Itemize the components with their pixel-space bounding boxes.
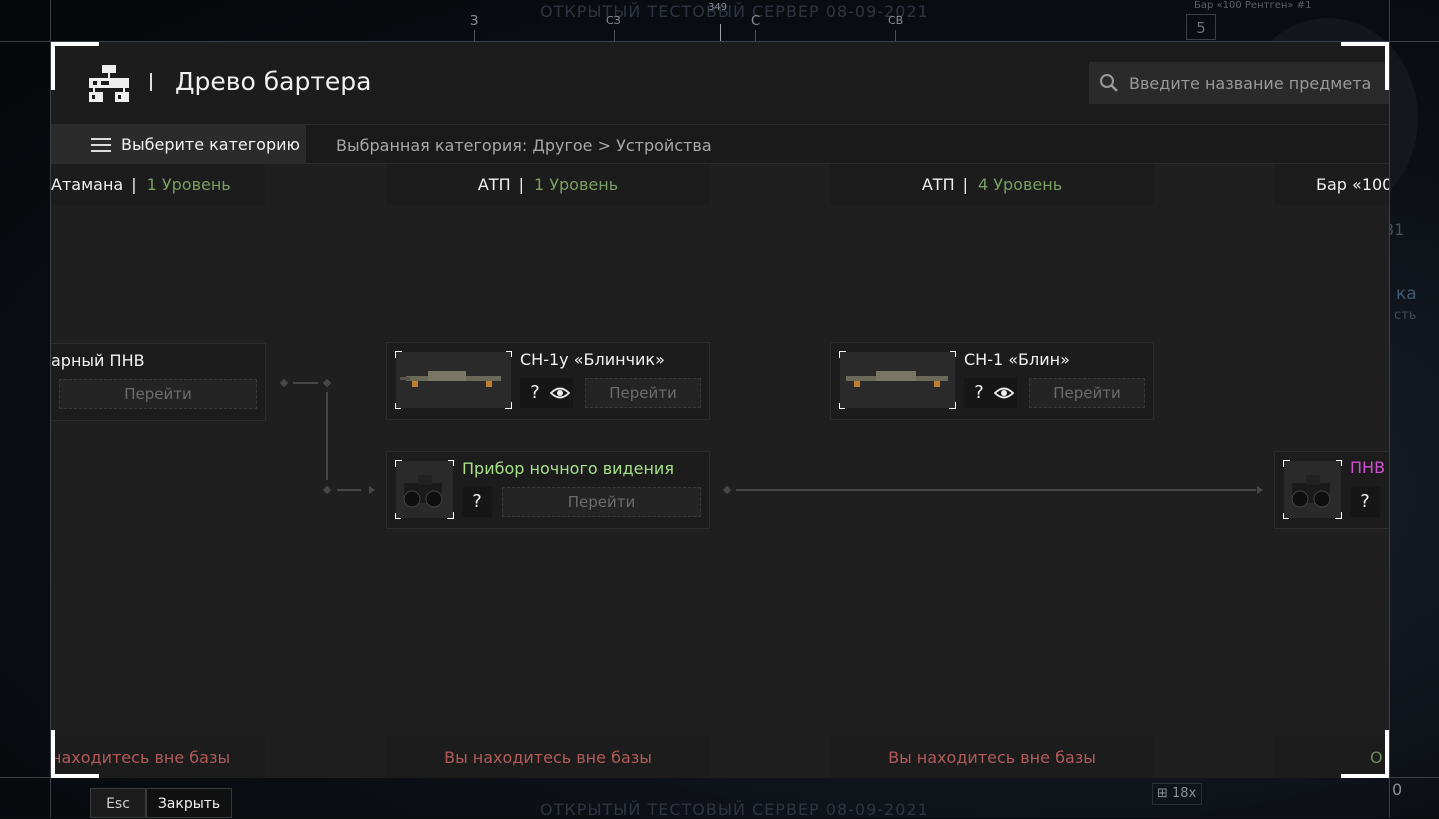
compass-label-n: С [751,14,761,29]
trader-name: Атамана [51,175,124,194]
column-footer: О [1274,736,1389,778]
trader-name: АТП [921,175,955,194]
eye-icon[interactable] [547,378,573,408]
menu-icon [91,138,111,152]
bottom-actions: Esc Закрыть [90,788,232,818]
connector-line [293,382,318,384]
item-name: Прибор ночного видения [462,459,674,478]
frame-line [1389,0,1390,818]
night-vision-image [1291,475,1331,508]
trader-name: АТП [477,175,511,194]
esc-key-hint[interactable]: Esc [90,788,146,818]
item-card: ПНВ ? [1274,451,1389,529]
item-thumbnail[interactable] [395,460,454,519]
frame-corner [51,42,99,46]
column-footer: находитесь вне базы [51,736,265,778]
question-button[interactable]: ? [520,378,550,408]
question-button[interactable]: ? [964,378,994,408]
connector-line [337,489,361,491]
item-name: СН-1у «Блинчик» [520,350,665,369]
frame-corner [1385,42,1389,90]
hud-text: ка [1396,284,1417,304]
item-thumbnail[interactable] [1283,460,1342,519]
hud-counter: 0 [1392,780,1403,799]
goto-button[interactable]: Перейти [502,487,701,517]
frame-corner [1341,774,1389,778]
trader-column: Атамана | 1 Уровень арный ПНВ Перейти на… [51,164,266,778]
compass-label-nw: СЗ [606,14,621,27]
question-button[interactable]: ? [1350,487,1380,517]
header-divider: | [131,175,137,194]
connector-dot [279,378,289,388]
page-title: Древо бартера [175,67,372,96]
eye-icon[interactable] [991,378,1017,408]
rifle-scope-image [400,371,501,387]
compass: З СЗ С СВ 349 [470,2,930,42]
item-thumbnail[interactable] [839,351,956,409]
connector-arrow [369,486,375,494]
category-bar: Выберите категорию Выбранная категория: … [51,124,1389,164]
hud-zoom-value: 18x [1172,786,1197,801]
select-category-button[interactable]: Выберите категорию [51,125,306,164]
item-card: Прибор ночного видения ? Перейти [386,451,710,529]
connector-dot [322,378,332,388]
frame-corner [1341,42,1389,46]
rifle-scope-image [846,371,948,387]
search-input[interactable] [1129,73,1389,93]
item-thumbnail[interactable] [395,351,512,409]
trader-name: Бар «100 [1316,175,1389,194]
barter-tree-icon [89,65,129,102]
trader-column: АТП | 4 Уровень СН-1 «Блин» ? Перейти Вы… [830,164,1154,778]
barter-tree-modal: Древо бартера Выберите категорию Выбранн… [51,42,1389,778]
compass-needle [720,24,721,42]
search-box[interactable] [1089,62,1389,104]
trader-level: 4 Уровень [978,175,1063,194]
title-separator [150,73,152,91]
column-header: Бар «100 [1274,164,1389,205]
trader-column: АТП | 1 Уровень СН-1у «Блинчик» ? Перейт… [386,164,710,778]
header-divider: | [518,175,524,194]
close-button[interactable]: Закрыть [146,788,232,818]
frame-corner [51,730,55,778]
frame-corner [1385,730,1389,778]
trader-column: Бар «100 ПНВ ? О [1274,164,1389,778]
column-header: Атамана | 1 Уровень [51,164,265,205]
connector-line [326,392,328,480]
question-button[interactable]: ? [462,487,492,517]
compass-label-w: З [470,14,479,29]
column-footer: Вы находитесь вне базы [386,736,710,778]
breadcrumb: Выбранная категория: Другое > Устройства [336,136,712,155]
item-card: арный ПНВ Перейти [51,343,266,421]
item-name: арный ПНВ [51,351,145,370]
frame-corner [51,42,55,90]
connector-dot [722,485,732,495]
goto-button[interactable]: Перейти [585,378,701,408]
hud-badge: 5 [1186,14,1216,40]
header-divider: | [962,175,968,194]
item-name: ПНВ [1350,458,1386,477]
column-header: АТП | 4 Уровень [830,164,1154,205]
item-card: СН-1 «Блин» ? Перейти [830,342,1154,420]
trader-level: 1 Уровень [534,175,619,194]
search-icon [1100,74,1118,92]
trader-level: 1 Уровень [146,175,231,194]
connector-dot [322,485,332,495]
hud-location-label: Бар «100 Рентген» #1 [1194,0,1312,11]
modal-header: Древо бартера [51,42,1389,124]
connector-arrow [1257,486,1263,494]
night-vision-image [403,475,443,508]
hud-text: сть [1394,308,1417,323]
compass-label-ne: СВ [888,14,904,27]
compass-heading: 349 [708,2,728,13]
goto-button[interactable]: Перейти [59,379,257,409]
hud-zoom: ⊞ 18x [1152,783,1202,805]
column-header: АТП | 1 Уровень [386,164,710,205]
goto-button[interactable]: Перейти [1029,378,1145,408]
frame-corner [51,774,99,778]
item-name: СН-1 «Блин» [964,350,1070,369]
server-banner-bottom: ОТКРЫТЫЙ ТЕСТОВЫЙ СЕРВЕР 08-09-2021 [540,800,929,819]
column-footer: Вы находитесь вне базы [830,736,1154,778]
item-card: СН-1у «Блинчик» ? Перейти [386,342,710,420]
select-category-label: Выберите категорию [121,135,300,154]
